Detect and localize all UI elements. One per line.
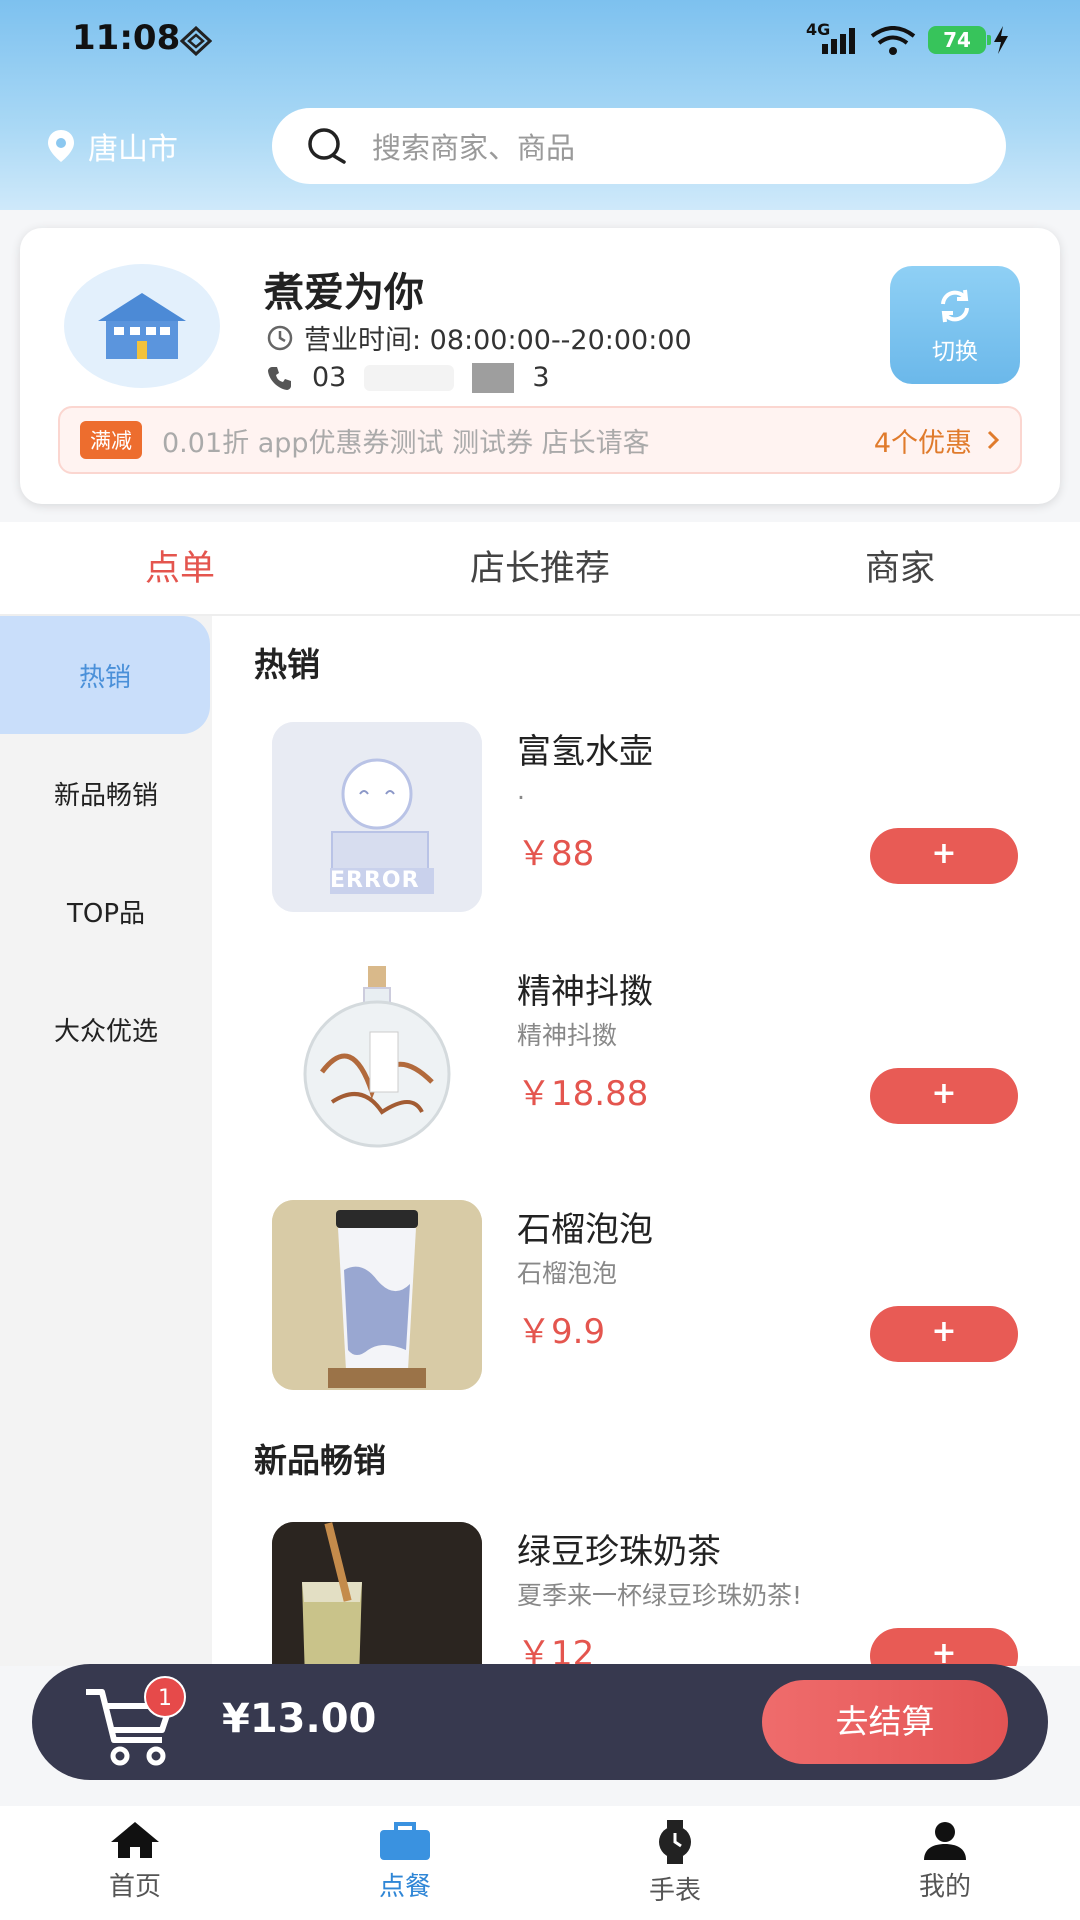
store-card: 煮爱为你 营业时间: 08:00:00--20:00:00 03 3 切换 满减…	[20, 228, 1060, 504]
add-to-cart-button[interactable]: +	[870, 1628, 1018, 1666]
add-to-cart-button[interactable]: +	[870, 828, 1018, 884]
nav-home-label: 首页	[108, 1872, 161, 1902]
product-desc: 夏季来一杯绿豆珍珠奶茶!	[517, 1581, 803, 1610]
coupon-text: 0.01折 app优惠券测试 测试券 店长请客	[162, 427, 650, 459]
category-popular[interactable]: 大众优选	[0, 970, 212, 1088]
cart-count-badge: 1	[144, 1676, 186, 1718]
user-icon	[924, 1822, 966, 1860]
product-name: 石榴泡泡	[517, 1210, 653, 1250]
section-title: 热销	[254, 645, 320, 684]
status-bar: 11:08 4G 74	[0, 0, 1080, 80]
switch-store-label: 切换	[932, 339, 978, 365]
search-input[interactable]: 搜索商家、商品	[272, 108, 1006, 184]
product-name: 富氢水壶	[517, 732, 653, 772]
nfc-icon	[180, 26, 212, 56]
cart-bar: 1 ¥13.00 去结算	[32, 1664, 1048, 1780]
phone-redacted-block	[472, 362, 515, 393]
product-price: ￥9.9	[517, 1312, 606, 1352]
location-selector[interactable]: 唐山市	[48, 124, 178, 168]
coupon-tag: 满减	[80, 421, 142, 459]
nav-watch[interactable]: 手表	[540, 1806, 810, 1920]
category-sidebar: 热销 新品畅销 TOP品 大众优选	[0, 616, 212, 1666]
product-item[interactable]: 绿豆珍珠奶茶 夏季来一杯绿豆珍珠奶茶! ￥12 +	[272, 1522, 1062, 1666]
product-price: ￥12	[517, 1634, 595, 1666]
store-phone[interactable]: 03 3	[266, 362, 550, 393]
category-top[interactable]: TOP品	[0, 852, 212, 970]
product-item[interactable]: ERROR 富氢水壶 . ￥88 +	[272, 722, 1062, 912]
bottle-image-icon	[303, 966, 451, 1148]
cup-image-icon	[272, 1200, 482, 1390]
nav-order[interactable]: 点餐	[270, 1806, 540, 1920]
coupon-count-label: 4个优惠	[873, 427, 972, 459]
watch-icon	[659, 1820, 691, 1864]
product-name: 精神抖擞	[517, 972, 653, 1012]
tab-merchant[interactable]: 商家	[720, 522, 1080, 614]
product-item[interactable]: 精神抖擞 精神抖擞 ￥18.88 +	[272, 962, 1062, 1152]
product-list[interactable]: 热销 ERROR 富氢水壶 . ￥88 + 精神抖擞 精神抖擞 ￥18.88 +…	[212, 616, 1080, 1666]
product-price: ￥18.88	[517, 1074, 649, 1114]
section-title: 新品畅销	[254, 1441, 386, 1480]
chevron-right-icon	[987, 430, 1000, 450]
store-phone-suffix: 3	[532, 362, 550, 393]
status-time: 11:08	[72, 18, 181, 58]
phone-redacted-blur	[364, 364, 455, 391]
location-pin-icon	[48, 130, 74, 162]
search-placeholder: 搜索商家、商品	[372, 131, 576, 165]
error-image-text: ERROR	[330, 868, 420, 893]
phone-icon	[268, 366, 291, 390]
product-item[interactable]: 石榴泡泡 石榴泡泡 ￥9.9 +	[272, 1200, 1062, 1390]
store-hours: 营业时间: 08:00:00--20:00:00	[266, 318, 692, 357]
location-label: 唐山市	[88, 132, 178, 167]
nav-mine[interactable]: 我的	[810, 1806, 1080, 1920]
product-image	[272, 1200, 482, 1390]
store-logo	[64, 264, 220, 388]
store-name: 煮爱为你	[264, 270, 424, 316]
coupon-count: 4个优惠	[874, 421, 1000, 460]
cart-total: ¥13.00	[222, 1696, 377, 1742]
milk-tea-image-icon	[272, 1522, 482, 1666]
store-tabs: 点单 店长推荐 商家	[0, 522, 1080, 616]
checkout-button[interactable]: 去结算	[762, 1680, 1008, 1764]
product-desc: 精神抖擞	[517, 1021, 618, 1050]
nav-watch-label: 手表	[648, 1876, 701, 1906]
signal-icon	[822, 28, 855, 54]
store-phone-prefix: 03	[312, 362, 347, 393]
switch-store-button[interactable]: 切换	[890, 266, 1020, 384]
tab-recommend[interactable]: 店长推荐	[360, 522, 720, 614]
charging-icon	[994, 26, 1008, 54]
nav-mine-label: 我的	[918, 1872, 971, 1902]
bottom-nav: 首页 点餐 手表 我的	[0, 1806, 1080, 1920]
clock-icon	[267, 325, 293, 350]
home-icon	[111, 1822, 159, 1858]
search-icon	[308, 128, 346, 164]
store-house-icon	[98, 293, 186, 359]
product-name: 绿豆珍珠奶茶	[517, 1532, 721, 1572]
nav-home[interactable]: 首页	[0, 1806, 270, 1920]
battery-indicator: 74	[928, 26, 991, 54]
product-image	[272, 1522, 482, 1666]
tab-order[interactable]: 点单	[0, 522, 360, 614]
add-to-cart-button[interactable]: +	[870, 1306, 1018, 1362]
wifi-icon	[870, 26, 916, 55]
product-price: ￥88	[517, 834, 595, 874]
coupon-bar[interactable]: 满减 0.01折 app优惠券测试 测试券 店长请客 4个优惠	[58, 406, 1022, 474]
product-image	[272, 962, 482, 1152]
nav-order-label: 点餐	[378, 1872, 431, 1902]
category-new[interactable]: 新品畅销	[0, 734, 212, 852]
refresh-icon	[941, 289, 969, 323]
add-to-cart-button[interactable]: +	[870, 1068, 1018, 1124]
store-hours-text: 营业时间: 08:00:00--20:00:00	[304, 325, 692, 356]
bag-icon	[380, 1822, 430, 1860]
category-hot[interactable]: 热销	[0, 616, 210, 734]
product-desc: 石榴泡泡	[517, 1259, 618, 1288]
product-desc: .	[517, 776, 525, 805]
product-image: ERROR	[272, 722, 482, 912]
